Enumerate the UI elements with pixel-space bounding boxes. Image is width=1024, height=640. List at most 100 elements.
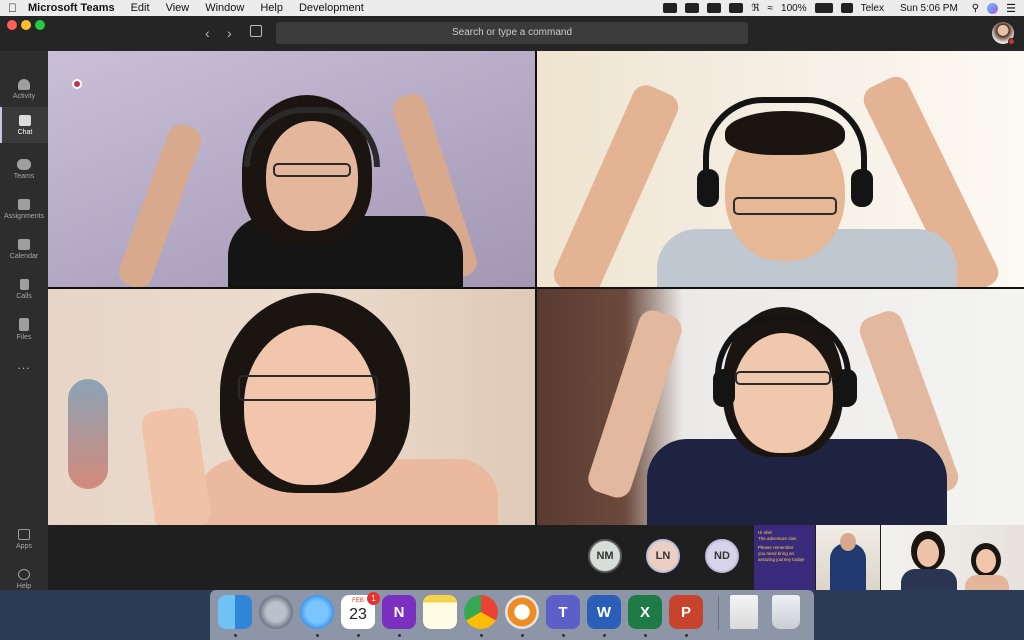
- rail-item-label: Files: [16, 333, 32, 341]
- share-text-line: amazing journey today!: [758, 557, 805, 562]
- menu-bar-clock[interactable]: Sun 5:06 PM: [900, 3, 958, 14]
- excel-icon[interactable]: X: [628, 595, 662, 629]
- calendar-badge: 1: [367, 592, 380, 605]
- apple-icon[interactable]: : [8, 1, 28, 15]
- messages-icon[interactable]: [300, 595, 334, 629]
- display-icon[interactable]: [707, 3, 722, 13]
- title-bar: ‹ › Search or type a command: [0, 16, 1024, 51]
- siri-icon[interactable]: [987, 2, 999, 14]
- macos-dock: FEB 23 1 N T W X P: [210, 590, 814, 640]
- forward-arrow-icon[interactable]: ›: [227, 25, 232, 41]
- calendar-day: 23: [349, 606, 367, 623]
- rail-item-label: Activity: [12, 92, 36, 100]
- cloud-icon[interactable]: [685, 3, 700, 13]
- participant-avatar[interactable]: LN: [646, 539, 680, 573]
- running-indicator: [480, 634, 483, 637]
- notes-icon[interactable]: [423, 595, 457, 629]
- participant-video-tile[interactable]: [537, 289, 1024, 525]
- trash-icon[interactable]: [772, 595, 800, 629]
- participant-video-thumbnail[interactable]: [816, 525, 880, 590]
- help-icon: [18, 568, 30, 580]
- calendar-icon: [18, 238, 30, 250]
- screen-share-thumbnail[interactable]: Hi nhé! The adventure clan Please rememb…: [754, 525, 815, 590]
- participant-arm: [114, 120, 206, 287]
- window-minimize-button[interactable]: [21, 20, 31, 30]
- rail-item-chat[interactable]: Chat: [0, 107, 48, 143]
- headphones: [703, 97, 867, 177]
- rail-item-calls[interactable]: Calls: [0, 271, 48, 307]
- airplay-icon[interactable]: [729, 3, 744, 13]
- rail-item-assignments[interactable]: Assignments: [0, 191, 48, 227]
- compose-icon[interactable]: [250, 25, 262, 37]
- presence-status-icon: [1008, 38, 1015, 45]
- teams-icon: [17, 158, 31, 170]
- menu-view[interactable]: View: [166, 0, 190, 16]
- input-source-label[interactable]: Telex: [861, 3, 884, 14]
- bluetooth-icon[interactable]: ℜ: [751, 3, 759, 14]
- rail-item-label: Calendar: [9, 252, 39, 260]
- rail-item-label: Teams: [13, 172, 35, 180]
- menu-development[interactable]: Development: [299, 0, 364, 16]
- word-icon[interactable]: W: [587, 595, 621, 629]
- running-indicator: [234, 634, 237, 637]
- finder-icon[interactable]: [218, 595, 252, 629]
- battery-percent: 100%: [781, 2, 807, 14]
- participant-torso: [965, 575, 1009, 590]
- participant-face: [840, 533, 856, 551]
- calendar-app-icon[interactable]: FEB 23 1: [341, 592, 380, 629]
- participant-avatar[interactable]: NM: [588, 539, 622, 573]
- back-arrow-icon[interactable]: ‹: [205, 25, 210, 41]
- rail-item-label: Chat: [17, 128, 33, 136]
- app-rail: Activity Chat Teams Assignments Calendar…: [0, 51, 48, 590]
- participant-video-tile[interactable]: [48, 289, 535, 525]
- file-icon: [19, 317, 29, 331]
- bell-icon: [18, 78, 30, 90]
- rail-item-files[interactable]: Files: [0, 311, 48, 347]
- participant-avatar[interactable]: ND: [705, 539, 739, 573]
- powerpoint-icon[interactable]: P: [669, 595, 703, 629]
- launchpad-icon[interactable]: [259, 595, 293, 629]
- more-apps-button[interactable]: ...: [0, 347, 48, 383]
- menu-edit[interactable]: Edit: [131, 0, 150, 16]
- wifi-icon[interactable]: ≈: [768, 3, 774, 14]
- running-indicator: [398, 634, 401, 637]
- window-close-button[interactable]: [7, 20, 17, 30]
- rail-item-help[interactable]: Help: [0, 561, 48, 597]
- more-icon: ...: [17, 358, 31, 372]
- participant-face: [976, 549, 996, 573]
- menu-app-name[interactable]: Microsoft Teams: [28, 0, 115, 16]
- window-zoom-button[interactable]: [35, 20, 45, 30]
- vpn-app-icon[interactable]: [505, 595, 539, 629]
- video-stage: [48, 51, 1024, 525]
- headphones: [715, 315, 851, 385]
- participant-video-tile[interactable]: [537, 51, 1024, 287]
- onenote-icon[interactable]: N: [382, 595, 416, 629]
- search-input[interactable]: Search or type a command: [276, 22, 748, 44]
- running-indicator: [562, 634, 565, 637]
- menu-help[interactable]: Help: [260, 0, 283, 16]
- share-text-line: The adventure clan: [758, 536, 797, 541]
- dock-separator: [718, 596, 719, 630]
- menu-window[interactable]: Window: [205, 0, 244, 16]
- battery-icon[interactable]: [814, 3, 833, 13]
- rail-item-activity[interactable]: Activity: [0, 71, 48, 107]
- screen-record-icon[interactable]: [663, 3, 678, 13]
- chat-icon: [19, 114, 31, 126]
- participant-glasses: [733, 197, 837, 215]
- rail-item-apps[interactable]: Apps: [0, 521, 48, 557]
- document-stack-icon[interactable]: [730, 595, 758, 629]
- rail-item-calendar[interactable]: Calendar: [0, 231, 48, 267]
- chrome-icon[interactable]: [464, 595, 498, 629]
- notification-center-icon[interactable]: ☰: [1006, 2, 1016, 15]
- participant-torso: [901, 569, 957, 590]
- running-indicator: [603, 634, 606, 637]
- participant-video-thumbnail[interactable]: [881, 525, 1024, 590]
- rail-item-teams[interactable]: Teams: [0, 151, 48, 187]
- participant-glasses: [238, 375, 378, 401]
- input-source-icon[interactable]: [840, 3, 853, 13]
- recording-indicator-icon: [72, 79, 82, 89]
- microsoft-teams-icon[interactable]: T: [546, 595, 580, 629]
- spotlight-icon[interactable]: ⚲: [972, 3, 979, 14]
- participant-video-tile[interactable]: [48, 51, 535, 287]
- teams-window: ‹ › Search or type a command Activity Ch…: [0, 16, 1024, 590]
